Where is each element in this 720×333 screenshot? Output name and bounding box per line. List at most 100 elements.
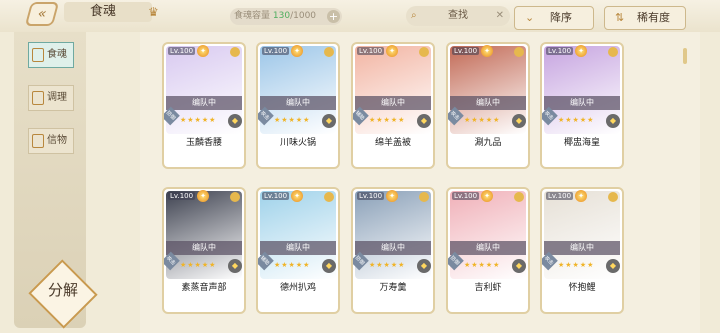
status-badge: 编队中 xyxy=(355,241,431,255)
capacity-label: 食魂容量 xyxy=(234,11,271,21)
status-badge: 编队中 xyxy=(166,96,242,110)
flame-icon: ✦ xyxy=(575,45,587,57)
level-label: Lv.100 xyxy=(168,192,196,200)
rarity-icon xyxy=(230,192,240,202)
rarity-icon xyxy=(419,192,429,202)
page-title: 食魂 xyxy=(64,2,152,22)
flame-icon: ✦ xyxy=(197,190,209,202)
rarity-icon xyxy=(514,47,524,57)
capacity-current: 130 xyxy=(272,11,291,21)
tab-marker-icon xyxy=(32,48,44,62)
star-rating: ★★★★★ xyxy=(369,116,406,124)
character-card[interactable]: Lv.100 ✦ 编队中 辅助 ★★★★★ ◆ 绵羊盖被 xyxy=(351,42,435,169)
status-badge: 编队中 xyxy=(260,241,336,255)
flame-icon: ✦ xyxy=(481,45,493,57)
rarity-icon xyxy=(419,47,429,57)
flame-icon: ✦ xyxy=(291,190,303,202)
status-badge: 编队中 xyxy=(450,241,526,255)
star-rating: ★★★★★ xyxy=(464,116,501,124)
search-input[interactable]: ⌕ 查找 ✕ xyxy=(406,6,510,26)
sort-order-label: 降序 xyxy=(550,11,572,24)
flame-icon: ✦ xyxy=(386,45,398,57)
flame-icon: ✦ xyxy=(386,190,398,202)
rarity-icon xyxy=(324,47,334,57)
element-icon: ◆ xyxy=(228,114,242,128)
crown-icon: ♛ xyxy=(148,5,159,19)
character-card[interactable]: Lv.100 ✦ 编队中 攻击 ★★★★★ ◆ 素蒸音声部 xyxy=(162,187,246,314)
character-card[interactable]: Lv.100 ✦ 编队中 防御 ★★★★★ ◆ 吉利虾 xyxy=(446,187,530,314)
level-label: Lv.100 xyxy=(452,192,480,200)
element-icon: ◆ xyxy=(606,114,620,128)
clear-search-icon[interactable]: ✕ xyxy=(496,6,504,26)
element-icon: ◆ xyxy=(512,114,526,128)
capacity-add-button[interactable]: + xyxy=(327,10,340,23)
character-card[interactable]: Lv.100 ✦ 编队中 攻击 ★★★★★ ◆ 川味火锅 xyxy=(256,42,340,169)
decompose-label[interactable]: 分解 xyxy=(38,279,88,300)
sidebar-item-label: 调理 xyxy=(47,92,67,103)
star-rating: ★★★★★ xyxy=(274,261,311,269)
sidebar-item-tiaoli[interactable]: 调理 xyxy=(28,85,74,111)
star-rating: ★★★★★ xyxy=(369,261,406,269)
flame-icon: ✦ xyxy=(481,190,493,202)
sort-field-button[interactable]: ⇅ 稀有度 xyxy=(604,6,686,30)
character-card[interactable]: Lv.100 ✦ 编队中 攻击 ★★★★★ ◆ 椰盅海皇 xyxy=(540,42,624,169)
sidebar-item-shihun[interactable]: 食魂 xyxy=(28,42,74,68)
rarity-icon xyxy=(608,192,618,202)
element-icon: ◆ xyxy=(322,114,336,128)
status-badge: 编队中 xyxy=(544,96,620,110)
element-icon: ◆ xyxy=(606,259,620,273)
star-rating: ★★★★★ xyxy=(464,261,501,269)
character-name: 素蒸音声部 xyxy=(181,283,227,293)
sidebar-item-label: 食魂 xyxy=(47,49,67,60)
capacity-display: 食魂容量 130/1000 + xyxy=(230,8,342,25)
character-card[interactable]: Lv.100 ✦ 编队中 攻击 ★★★★★ ◆ 怀抱鲤 xyxy=(540,187,624,314)
character-name: 玉麟香腰 xyxy=(185,138,222,148)
star-rating: ★★★★★ xyxy=(274,116,311,124)
rarity-icon xyxy=(608,47,618,57)
star-rating: ★★★★★ xyxy=(558,261,595,269)
character-name: 怀抱鲤 xyxy=(568,283,596,293)
element-icon: ◆ xyxy=(417,259,431,273)
flame-icon: ✦ xyxy=(291,45,303,57)
character-name: 德州扒鸡 xyxy=(279,283,316,293)
scrollbar[interactable] xyxy=(683,48,687,64)
search-icon: ⌕ xyxy=(411,10,417,21)
character-name: 绵羊盖被 xyxy=(374,138,411,148)
capacity-total: /1000 xyxy=(290,11,317,21)
sort-order-button[interactable]: ⌄ 降序 xyxy=(514,6,594,30)
level-label: Lv.100 xyxy=(546,47,574,55)
status-badge: 编队中 xyxy=(166,241,242,255)
level-label: Lv.100 xyxy=(357,47,385,55)
character-name: 涮九品 xyxy=(474,138,502,148)
level-label: Lv.100 xyxy=(357,192,385,200)
character-name: 椰盅海皇 xyxy=(563,138,600,148)
status-badge: 编队中 xyxy=(544,241,620,255)
rarity-icon xyxy=(230,47,240,57)
element-icon: ◆ xyxy=(417,114,431,128)
star-rating: ★★★★★ xyxy=(180,261,217,269)
star-rating: ★★★★★ xyxy=(558,116,595,124)
rarity-icon xyxy=(324,192,334,202)
character-name: 万寿羹 xyxy=(379,283,407,293)
tab-marker-icon xyxy=(32,91,44,105)
character-card[interactable]: Lv.100 ✦ 编队中 防御 ★★★★★ ◆ 玉麟香腰 xyxy=(162,42,246,169)
level-label: Lv.100 xyxy=(262,47,290,55)
sort-field-label: 稀有度 xyxy=(637,11,670,24)
flame-icon: ✦ xyxy=(575,190,587,202)
status-badge: 编队中 xyxy=(355,96,431,110)
sidebar-item-xinwu[interactable]: 信物 xyxy=(28,128,74,154)
level-label: Lv.100 xyxy=(262,192,290,200)
sidebar-item-label: 信物 xyxy=(47,135,67,146)
sort-icon: ⇅ xyxy=(615,11,625,24)
character-card[interactable]: Lv.100 ✦ 编队中 防御 ★★★★★ ◆ 万寿羹 xyxy=(351,187,435,314)
character-card[interactable]: Lv.100 ✦ 编队中 攻击 ★★★★★ ◆ 涮九品 xyxy=(446,42,530,169)
chevron-down-icon: ⌄ xyxy=(525,11,535,24)
character-name: 川味火锅 xyxy=(279,138,316,148)
character-card[interactable]: Lv.100 ✦ 编队中 辅助 ★★★★★ ◆ 德州扒鸡 xyxy=(256,187,340,314)
status-badge: 编队中 xyxy=(450,96,526,110)
star-rating: ★★★★★ xyxy=(180,116,217,124)
level-label: Lv.100 xyxy=(168,47,196,55)
level-label: Lv.100 xyxy=(452,47,480,55)
double-chevron-left-icon: « xyxy=(35,6,49,22)
rarity-icon xyxy=(514,192,524,202)
